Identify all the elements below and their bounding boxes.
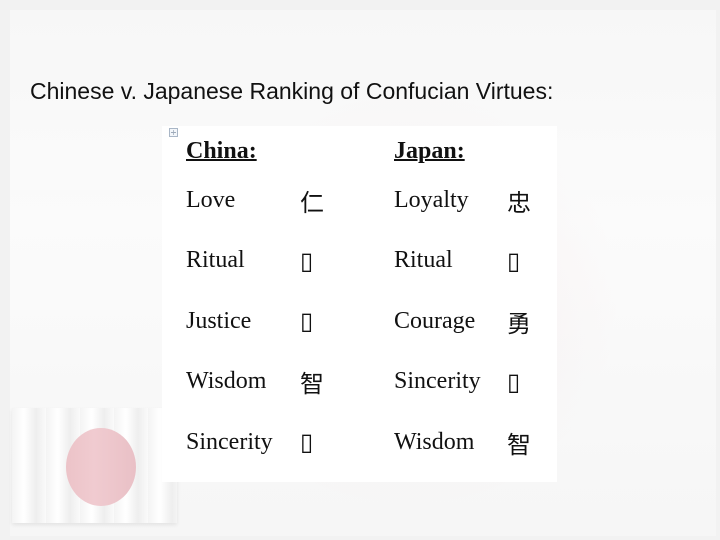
china-virtue: Love — [186, 186, 236, 213]
flag-red-disc — [66, 428, 136, 506]
japan-virtue: Ritual — [394, 247, 453, 274]
china-virtue: Justice — [186, 307, 252, 334]
china-character: ▯ — [300, 307, 314, 336]
slide-title: Chinese v. Japanese Ranking of Confucian… — [30, 78, 554, 104]
japan-character: 智 — [507, 430, 531, 459]
japan-character: 勇 — [507, 309, 531, 338]
china-character: ▯ — [300, 246, 314, 275]
virtues-table: China: Japan: Love 仁 Loyalty 忠 Ritual ▯ … — [186, 138, 557, 473]
table-row: Sincerity ▯ Wisdom 智 — [186, 412, 557, 473]
japanese-flag-image — [12, 408, 177, 523]
japan-virtue: Courage — [394, 307, 476, 334]
china-virtue: Wisdom — [186, 368, 267, 395]
table-row: Justice ▯ Courage 勇 — [186, 291, 557, 352]
china-virtue: Sincerity — [186, 428, 273, 455]
table-row: Love 仁 Loyalty 忠 — [186, 170, 557, 231]
china-virtue: Ritual — [186, 247, 245, 274]
china-character: 仁 — [300, 188, 324, 217]
japan-virtue: Wisdom — [394, 428, 475, 455]
table-row: Ritual ▯ Ritual ▯ — [186, 231, 557, 292]
china-header: China: — [186, 138, 257, 164]
china-character: ▯ — [300, 428, 314, 457]
japan-header: Japan: — [394, 138, 465, 164]
japan-character: 忠 — [507, 188, 531, 217]
japan-virtue: Loyalty — [394, 186, 469, 213]
virtues-table-container[interactable]: China: Japan: Love 仁 Loyalty 忠 Ritual ▯ … — [162, 126, 557, 482]
japan-character: ▯ — [507, 367, 521, 396]
move-handle-icon[interactable]: ÷ — [169, 128, 178, 137]
japan-virtue: Sincerity — [394, 368, 481, 395]
table-header-row: China: Japan: — [186, 138, 557, 170]
china-character: 智 — [300, 370, 324, 399]
japan-character: ▯ — [507, 246, 521, 275]
table-row: Wisdom 智 Sincerity ▯ — [186, 352, 557, 413]
